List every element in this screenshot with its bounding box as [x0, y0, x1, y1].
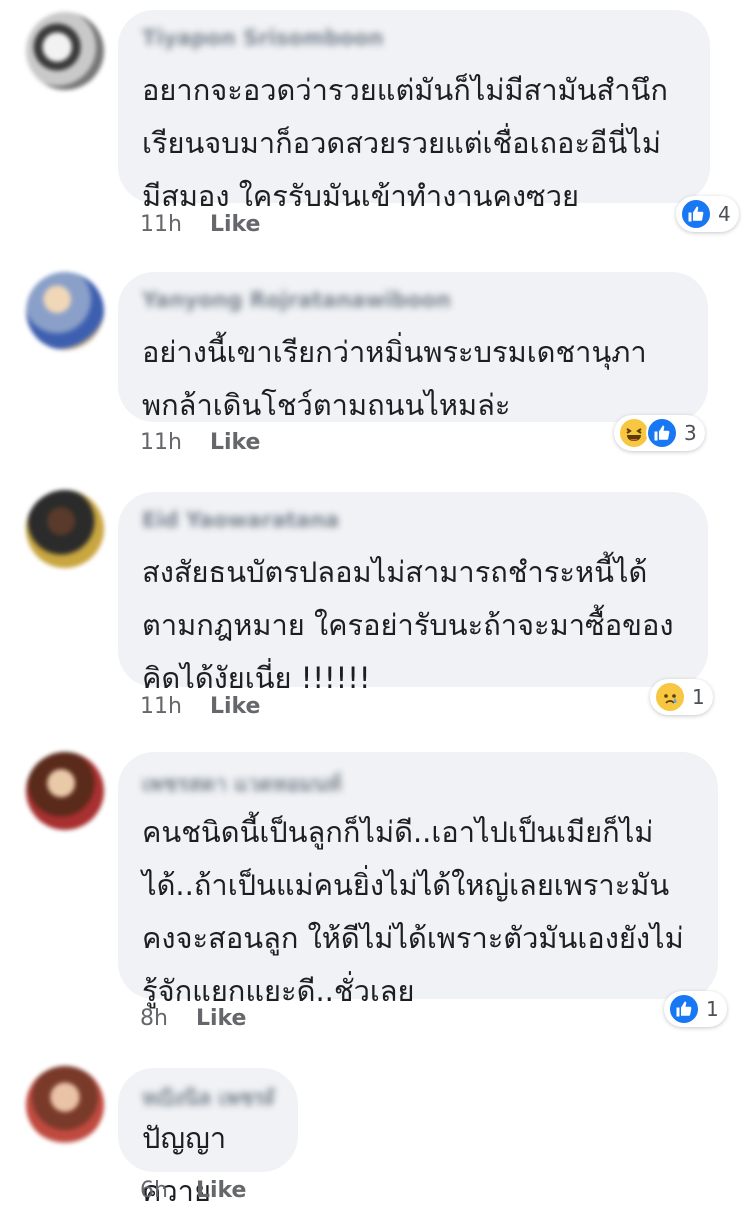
- comment-bubble: เพชรสุดา แวดหอมนท์ คนชนิดนี้เป็นลูกก็ไม่…: [118, 752, 718, 1008]
- reaction-summary[interactable]: 1: [664, 991, 727, 1027]
- comment-author[interactable]: หญิงนิล เพชรดี: [142, 1082, 274, 1106]
- comment-text: คนชนิดนี้เป็นลูกก็ไม่ดี..เอาไปเป็นเมียก็…: [142, 815, 684, 1008]
- comment-meta: 11h Like: [140, 212, 260, 237]
- reaction-summary[interactable]: 3: [614, 415, 705, 451]
- comment-time[interactable]: 11h: [140, 212, 182, 237]
- avatar[interactable]: [26, 272, 104, 350]
- reaction-count: 1: [706, 997, 719, 1021]
- comment-time[interactable]: 6h: [140, 1178, 168, 1203]
- comment-author[interactable]: Yanyong Rojratanawiboon: [142, 288, 684, 312]
- comment-text: สงสัยธนบัตรปลอมไม่สามารถชำระหนี้ได้ ตามก…: [142, 555, 674, 695]
- comment-time[interactable]: 11h: [140, 430, 182, 455]
- like-button[interactable]: Like: [210, 212, 261, 237]
- reaction-count: 3: [684, 421, 697, 445]
- avatar[interactable]: [26, 752, 104, 830]
- reaction-count: 1: [692, 685, 705, 709]
- comment-meta: 6h Like: [140, 1178, 246, 1203]
- comment-bubble: Tiyapon Srisomboon อยากจะอวดว่ารวยแต่มัน…: [118, 10, 710, 213]
- comment-time[interactable]: 11h: [140, 694, 182, 719]
- comment-text: อย่างนี้เขาเรียกว่าหมิ่นพระบรมเดชานุภา พ…: [142, 335, 647, 422]
- like-button[interactable]: Like: [196, 1006, 247, 1031]
- comment-bubble: Eid Yaowaratana สงสัยธนบัตรปลอมไม่สามารถ…: [118, 492, 708, 695]
- comment-bubble: Yanyong Rojratanawiboon อย่างนี้เขาเรียก…: [118, 272, 708, 422]
- reaction-summary[interactable]: 4: [676, 196, 739, 232]
- comment-meta: 8h Like: [140, 1006, 246, 1031]
- thumbs-up-icon: [646, 417, 678, 449]
- avatar[interactable]: [26, 1066, 104, 1144]
- like-button[interactable]: Like: [210, 694, 261, 719]
- like-button[interactable]: Like: [210, 430, 261, 455]
- sad-emoji-icon: [654, 681, 686, 713]
- comment-author[interactable]: เพชรสุดา แวดหอมนท์: [142, 768, 694, 792]
- avatar[interactable]: [26, 490, 104, 568]
- comment-meta: 11h Like: [140, 430, 260, 455]
- comment-time[interactable]: 8h: [140, 1006, 168, 1031]
- comment-author[interactable]: Eid Yaowaratana: [142, 508, 684, 532]
- comment-meta: 11h Like: [140, 694, 260, 719]
- like-button[interactable]: Like: [196, 1178, 247, 1203]
- avatar[interactable]: [26, 12, 104, 90]
- reaction-summary[interactable]: 1: [650, 679, 713, 715]
- comment-author[interactable]: Tiyapon Srisomboon: [142, 26, 686, 50]
- reaction-count: 4: [718, 202, 731, 226]
- comment-bubble: หญิงนิล เพชรดี ปัญญาควาย: [118, 1068, 298, 1208]
- thumbs-up-icon: [668, 993, 700, 1025]
- thumbs-up-icon: [680, 198, 712, 230]
- comment-text: อยากจะอวดว่ารวยแต่มันก็ไม่มีสามันสำนึก เ…: [142, 73, 668, 213]
